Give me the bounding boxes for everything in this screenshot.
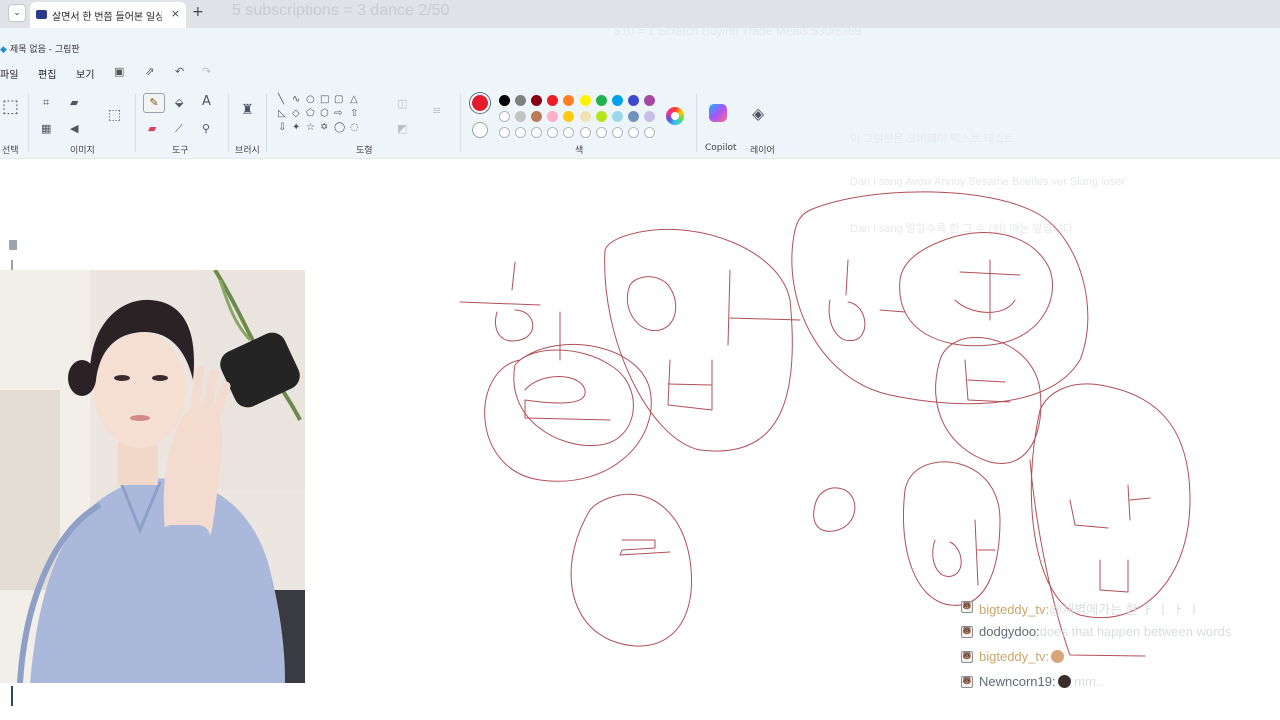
stroke-circle <box>813 487 856 532</box>
chat-line: bigteddy_tv: <box>979 649 1065 664</box>
stroke-loop-5 <box>899 232 1053 347</box>
chat-line: Newncorn19: mm.. <box>979 674 1103 689</box>
left-edge-cursor <box>11 686 13 706</box>
chat-badge-icon: 🐻 <box>961 676 973 688</box>
chat-text: mm.. <box>1074 674 1104 689</box>
chat-text: does that happen between words <box>1039 624 1232 639</box>
chat-line: dodgydoo:does that happen between words <box>979 624 1231 639</box>
stroke-glyph-7 <box>964 359 1011 403</box>
stroke-glyph-1 <box>459 261 561 361</box>
chat-badge-icon: 🐻 <box>961 626 973 638</box>
emote-icon <box>1051 650 1065 663</box>
chat-line: bigteddy_tv:@새벽에가는 한 ㅏ ㅣ ㅏ ㅣ <box>979 599 1200 618</box>
stroke-loop-9 <box>570 493 692 647</box>
chat-username: dodgydoo: <box>979 624 1040 639</box>
chat-badge-icon: 🐻 <box>961 651 973 663</box>
stroke-glyph-8 <box>1069 484 1151 593</box>
stroke-glyph-6 <box>954 259 1021 321</box>
stroke-loop-8 <box>902 461 1001 606</box>
chat-username: bigteddy_tv: <box>979 649 1050 664</box>
chat-username: bigteddy_tv: <box>979 602 1050 617</box>
stroke-glyph-9 <box>932 519 996 586</box>
stroke-glyph-4 <box>667 359 713 411</box>
stroke-loop-1 <box>484 343 652 482</box>
stroke-glyph-3 <box>626 269 801 346</box>
left-edge-tick <box>11 260 13 270</box>
chat-badge-icon: 🐻 <box>961 601 973 613</box>
chat-overlay: 🐻 bigteddy_tv:@새벽에가는 한 ㅏ ㅣ ㅏ ㅣ 🐻 dodgydo… <box>960 598 1280 698</box>
stroke-glyph-5 <box>828 259 906 342</box>
stroke-loop-2 <box>513 349 634 447</box>
stroke-glyph-10 <box>619 539 671 556</box>
chat-text: @새벽에가는 한 ㅏ ㅣ ㅏ ㅣ <box>1049 602 1200 617</box>
flag-icon <box>9 240 17 250</box>
webcam-feed <box>0 270 305 683</box>
emote-icon <box>1057 675 1071 688</box>
chat-username: Newncorn19: <box>979 674 1056 689</box>
stroke-glyph-2 <box>524 376 611 421</box>
streamer-photo <box>0 270 305 683</box>
stroke-loop-3 <box>604 228 793 452</box>
stroke-loop-4 <box>791 191 1089 405</box>
stroke-loop-7 <box>1030 383 1191 619</box>
